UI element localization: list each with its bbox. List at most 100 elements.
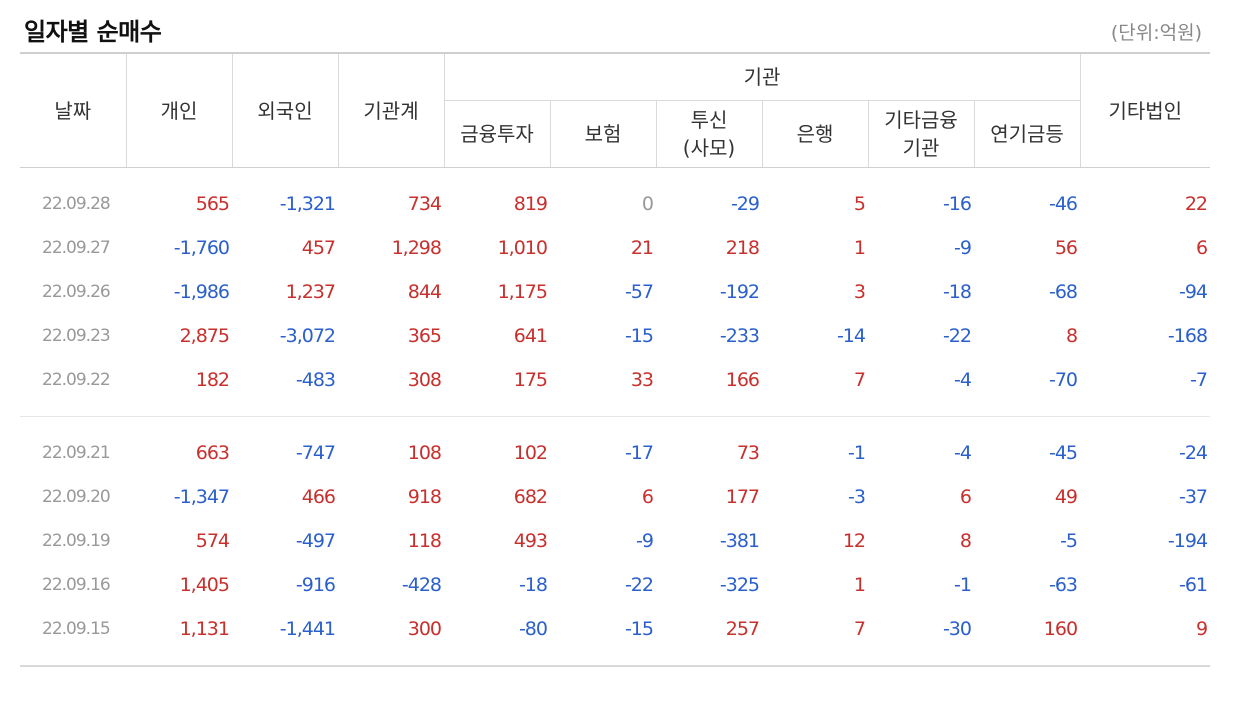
header-trust: 투신 (사모) [655,100,762,168]
row-value: -15 [624,325,654,347]
row-value: 7 [853,618,866,640]
row-value: 160 [1043,618,1078,640]
row-value: -57 [624,281,654,303]
row-value: 21 [630,237,654,259]
row-value: 1,175 [497,281,548,303]
row-value: 308 [407,369,442,391]
row-value: 8 [1065,325,1078,347]
row-value: -483 [295,369,336,391]
row-value: -9 [954,237,972,259]
row-value: -428 [401,574,442,596]
row-date: 22.09.22 [42,370,111,390]
row-value: -18 [518,574,548,596]
row-date: 22.09.28 [42,194,111,214]
row-date: 22.09.26 [42,282,111,302]
row-value: -1,986 [173,281,230,303]
row-date: 22.09.16 [42,575,111,595]
row-value: -61 [1178,574,1208,596]
row-value: 257 [725,618,760,640]
table-row: 22.09.16 1,405 -916 -428 -18 -22 -325 1 -1 -63 -61 [20,563,1210,607]
row-value: 493 [513,530,548,552]
row-value: -3 [848,486,866,508]
row-value: 457 [301,237,336,259]
header-other-finance-line2: 기관 [902,136,940,160]
header-trust-line1: 투신 [690,108,728,132]
row-value: -3,072 [279,325,336,347]
spacer-row [20,651,1211,667]
row-value: 49 [1054,486,1078,508]
row-value: 102 [513,442,548,464]
row-value: 1,131 [179,618,230,640]
row-value: -30 [942,618,972,640]
row-value: -1,347 [173,486,230,508]
row-value: -46 [1048,193,1078,215]
row-value: -5 [1060,530,1078,552]
row-value: 177 [725,486,760,508]
row-value: 3 [853,281,866,303]
row-value: 73 [736,442,760,464]
table-row: 22.09.28 565 -1,321 734 819 0 -29 5 -16 -46 22 [20,182,1210,226]
row-value: -233 [719,325,760,347]
row-value: 56 [1054,237,1078,259]
page-title: 일자별 순매수 [24,18,162,46]
row-value: 182 [195,369,230,391]
header-individual: 개인 [125,52,232,168]
header-insurance: 보험 [549,100,656,168]
header-pension: 연기금등 [973,100,1081,168]
row-value: 12 [842,530,866,552]
row-value: -24 [1178,442,1208,464]
row-value: -1,760 [173,237,230,259]
row-value: 2,875 [179,325,230,347]
row-value: -80 [518,618,548,640]
row-date: 22.09.23 [42,326,111,346]
row-value: 1 [853,237,866,259]
row-value: 1 [853,574,866,596]
row-value: 8 [959,530,972,552]
row-value: 118 [407,530,442,552]
table-body: 22.09.28 565 -1,321 734 819 0 -29 5 -16 -46 22 22.0… [20,168,1211,667]
daily-net-buy-table: 날짜 개인 외국인 기관계 기관 기타법인 금융투자 보험 투신 (사모) 은행 … [20,52,1211,667]
header-other-corp: 기타법인 [1079,52,1211,168]
table-row: 22.09.26 -1,986 1,237 844 1,175 -57 -192 3 -18 -6… [20,270,1210,314]
row-value: -1,321 [279,193,336,215]
unit-label: (단위:억원) [1110,22,1202,44]
row-value: 218 [725,237,760,259]
row-date: 22.09.21 [42,443,111,463]
row-value: 7 [853,369,866,391]
row-value: -68 [1048,281,1078,303]
row-value: -1 [954,574,972,596]
header-institution-group: 기관 [443,52,1081,101]
row-value: 663 [195,442,230,464]
spacer-row [20,417,1210,432]
row-value: 300 [407,618,442,640]
row-value: 1,298 [391,237,442,259]
row-value: 9 [1195,618,1208,640]
row-value: 5 [853,193,866,215]
row-value: 0 [641,193,654,215]
row-value: -497 [295,530,336,552]
header-trust-line2: (사모) [682,136,736,160]
row-value: -16 [942,193,972,215]
row-value: -70 [1048,369,1078,391]
row-value: -7 [1190,369,1208,391]
row-value: 6 [959,486,972,508]
row-value: 641 [513,325,548,347]
row-value: 565 [195,193,230,215]
row-value: 844 [407,281,442,303]
row-value: -63 [1048,574,1078,596]
row-value: 466 [301,486,336,508]
table-row: 22.09.22 182 -483 308 175 33 166 7 -4 -70 -7 [20,358,1210,402]
row-value: -168 [1167,325,1208,347]
header-institution-total: 기관계 [337,52,444,168]
row-value: -17 [624,442,654,464]
row-value: -4 [954,369,972,391]
row-value: -4 [954,442,972,464]
table-row: 22.09.15 1,131 -1,441 300 -80 -15 257 7 -30 160 9 [20,607,1210,651]
table-row: 22.09.21 663 -747 108 102 -17 73 -1 -4 -45 -24 [20,431,1210,475]
row-value: -29 [730,193,760,215]
row-date: 22.09.27 [42,238,111,258]
row-date: 22.09.19 [42,531,111,551]
row-value: 574 [195,530,230,552]
row-value: -37 [1178,486,1208,508]
row-value: 6 [1195,237,1208,259]
